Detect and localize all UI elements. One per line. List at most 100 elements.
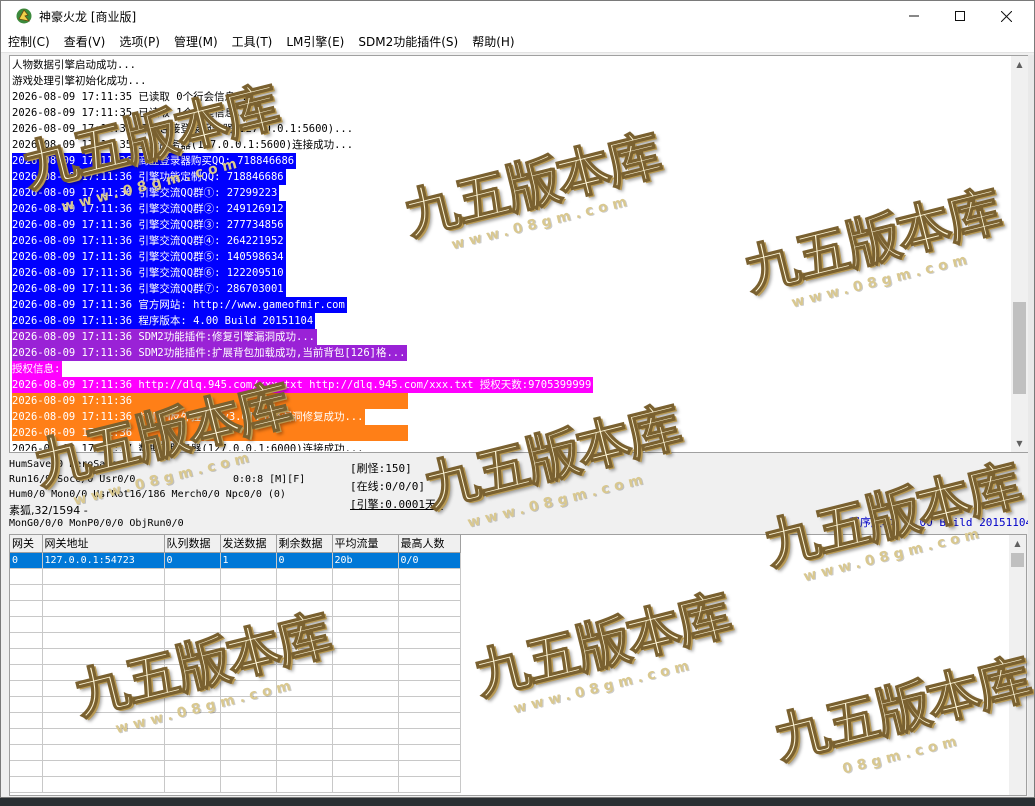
empty-cell [164, 760, 221, 777]
empty-cell [220, 600, 277, 617]
empty-cell [276, 712, 333, 729]
cell-address: 127.0.0.1:54723 [42, 552, 165, 569]
gateway-grid[interactable]: 网关 网关地址 队列数据 发送数据 剩余数据 平均流量 最高人数 0 127.0… [9, 534, 1027, 796]
empty-cell [332, 648, 399, 665]
col-queue-data[interactable]: 队列数据 [164, 535, 221, 553]
empty-cell [164, 664, 221, 681]
empty-cell [10, 600, 43, 617]
empty-cell [220, 696, 277, 713]
scroll-down-icon[interactable]: ▼ [1011, 435, 1028, 452]
empty-cell [276, 776, 333, 793]
log-lines: 人物数据引擎启动成功... 游戏处理引擎初始化成功... 2026-08-09 17… [11, 57, 1014, 451]
empty-cell [276, 744, 333, 761]
menu-sdm2-plugins[interactable]: SDM2功能插件(S) [351, 32, 465, 52]
empty-row [10, 616, 461, 633]
scroll-up-icon[interactable]: ▲ [1011, 56, 1028, 73]
empty-cell [10, 760, 43, 777]
log-line: 2026-08-09 17:11:37 数据库服务器(127.0.0.1:600… [11, 441, 1014, 451]
empty-cell [10, 728, 43, 745]
version-label: 程序版本: 4.00 Build 20151104 [849, 516, 1033, 529]
log-line-text: 2026-08-09 17:11:35 已读取 1个城堡信息... [12, 107, 255, 119]
window-title: 神豪火龙 [商业版] [39, 9, 137, 24]
log-line: 2026-08-09 17:11:35 开始连接登录服务器(127.0.0.1:… [11, 121, 1014, 137]
col-gateway-address[interactable]: 网关地址 [42, 535, 165, 553]
menu-lm-engine[interactable]: LM引擎(E) [279, 32, 351, 52]
empty-cell [332, 584, 399, 601]
grid-scroll-thumb[interactable] [1011, 553, 1024, 567]
empty-cell [10, 616, 43, 633]
empty-cell [220, 616, 277, 633]
empty-cell [332, 616, 399, 633]
empty-row [10, 776, 461, 793]
menu-options[interactable]: 选项(P) [112, 32, 167, 52]
table-row[interactable]: 0 127.0.0.1:54723 0 1 0 20b 0/0 [10, 552, 461, 569]
log-line-text: 2026-08-09 17:11:36 [12, 393, 408, 409]
empty-cell [42, 632, 165, 649]
stat-hum: Hum0/0 Mon0/0 UsrRot16/186 Merch0/0 Npc0… [9, 489, 286, 500]
log-line: 2026-08-09 17:11:36 引擎交流QQ群⑦: 286703001 [11, 281, 1014, 297]
empty-cell [42, 776, 165, 793]
empty-cell [276, 680, 333, 697]
log-line-text: 2026-08-09 17:11:36 引擎交流QQ群⑤: 140598634 [12, 249, 286, 265]
grid-scroll-up-icon[interactable]: ▲ [1009, 535, 1026, 552]
col-max-users[interactable]: 最高人数 [398, 535, 461, 553]
empty-row [10, 600, 461, 617]
log-line: 2026-08-09 17:11:35 已读取 1个城堡信息... [11, 105, 1014, 121]
empty-cell [10, 648, 43, 665]
menu-help[interactable]: 帮助(H) [465, 32, 521, 52]
scroll-thumb[interactable] [1013, 302, 1026, 394]
empty-cell [164, 648, 221, 665]
empty-cell [42, 696, 165, 713]
log-scrollbar[interactable]: ▲ ▼ [1011, 56, 1028, 452]
empty-cell [276, 664, 333, 681]
empty-cell [398, 728, 461, 745]
empty-cell [42, 760, 165, 777]
cell-traffic: 20b [332, 552, 399, 569]
col-send-data[interactable]: 发送数据 [220, 535, 277, 553]
empty-cell [276, 632, 333, 649]
col-avg-traffic[interactable]: 平均流量 [332, 535, 399, 553]
log-line: 2026-08-09 17:11:36 程序版本: 4.00 Build 201… [11, 313, 1014, 329]
log-line-text: 2026-08-09 17:11:36 SDM2功能插件:修复引擎漏洞成功... [12, 329, 318, 345]
empty-cell [276, 760, 333, 777]
empty-cell [220, 728, 277, 745]
empty-cell [164, 696, 221, 713]
log-line-text: 2026-08-09 17:11:36 SDM2功能插件:扩展背包加载成功,当前… [12, 345, 408, 361]
grid-scrollbar[interactable]: ▲ [1009, 535, 1026, 795]
stat-save: HumSave:0 HeroSave:0 [9, 459, 130, 470]
empty-cell [220, 584, 277, 601]
stat-timer: 0:0:8 [M][F] [233, 474, 306, 485]
server-log[interactable]: 人物数据引擎启动成功... 游戏处理引擎初始化成功... 2026-08-09 17… [9, 55, 1034, 453]
gateway-table: 网关 网关地址 队列数据 发送数据 剩余数据 平均流量 最高人数 0 127.0… [10, 535, 461, 793]
log-line: 授权信息: [11, 361, 1014, 377]
close-button[interactable] [983, 1, 1029, 31]
empty-cell [332, 776, 399, 793]
empty-cell [42, 568, 165, 585]
minimize-button[interactable] [891, 1, 937, 31]
log-line: 2026-08-09 17:11:36 引擎交流QQ群①: 27299223 [11, 185, 1014, 201]
empty-cell [164, 584, 221, 601]
empty-cell [332, 568, 399, 585]
menu-control[interactable]: 控制(C) [1, 32, 57, 52]
empty-row [10, 760, 461, 777]
col-gateway[interactable]: 网关 [10, 535, 43, 553]
maximize-button[interactable] [937, 1, 983, 31]
menu-tools[interactable]: 工具(T) [225, 32, 280, 52]
empty-cell [42, 648, 165, 665]
engine-days-link[interactable]: [引擎:0.0001天] [350, 496, 443, 512]
menu-view[interactable]: 查看(V) [57, 32, 113, 52]
menu-manage[interactable]: 管理(M) [167, 32, 225, 52]
empty-row [10, 664, 461, 681]
cell-remaining: 0 [276, 552, 333, 569]
status-panel: HumSave:0 HeroSave:0 Run16/9 Soc0/0 Usr0… [1, 454, 1034, 534]
empty-cell [42, 728, 165, 745]
col-remaining-data[interactable]: 剩余数据 [276, 535, 333, 553]
empty-cell [164, 600, 221, 617]
log-line: 2026-08-09 17:11:36 引擎交流QQ群⑤: 140598634 [11, 249, 1014, 265]
title-bar[interactable]: 神豪火龙 [商业版] [1, 1, 1034, 31]
log-line: 2026-08-09 17:11:36 引擎交流QQ群④: 264221952 [11, 233, 1014, 249]
empty-cell [220, 760, 277, 777]
log-line: 2026-08-09 17:11:36 SDM2功能插件:修复引擎漏洞成功... [11, 329, 1014, 345]
empty-cell [10, 584, 43, 601]
empty-cell [10, 696, 43, 713]
